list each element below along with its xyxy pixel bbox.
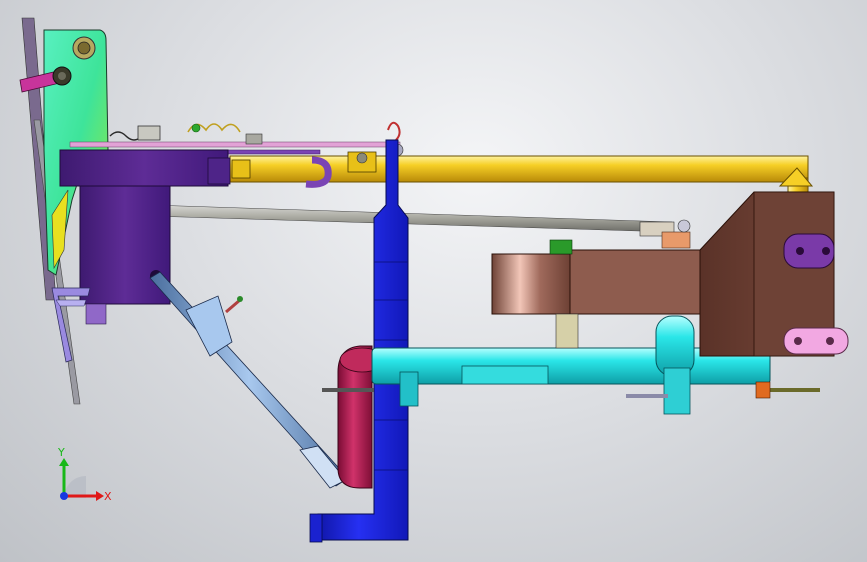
x-axis-label: X [104,490,112,503]
y-axis-head [59,458,69,466]
y-axis-label: Y [57,446,65,459]
rod-end-hardware [639,219,691,249]
purple-motor-housing[interactable] [59,149,231,325]
gray-diagonal-rod [149,204,673,233]
cad-viewport[interactable]: X Y [0,0,867,562]
z-axis-dot [60,492,68,500]
spring-clip [109,123,263,145]
coordinate-triad: X Y [57,446,112,503]
x-axis-head [96,491,104,501]
steel-link[interactable] [149,271,349,489]
